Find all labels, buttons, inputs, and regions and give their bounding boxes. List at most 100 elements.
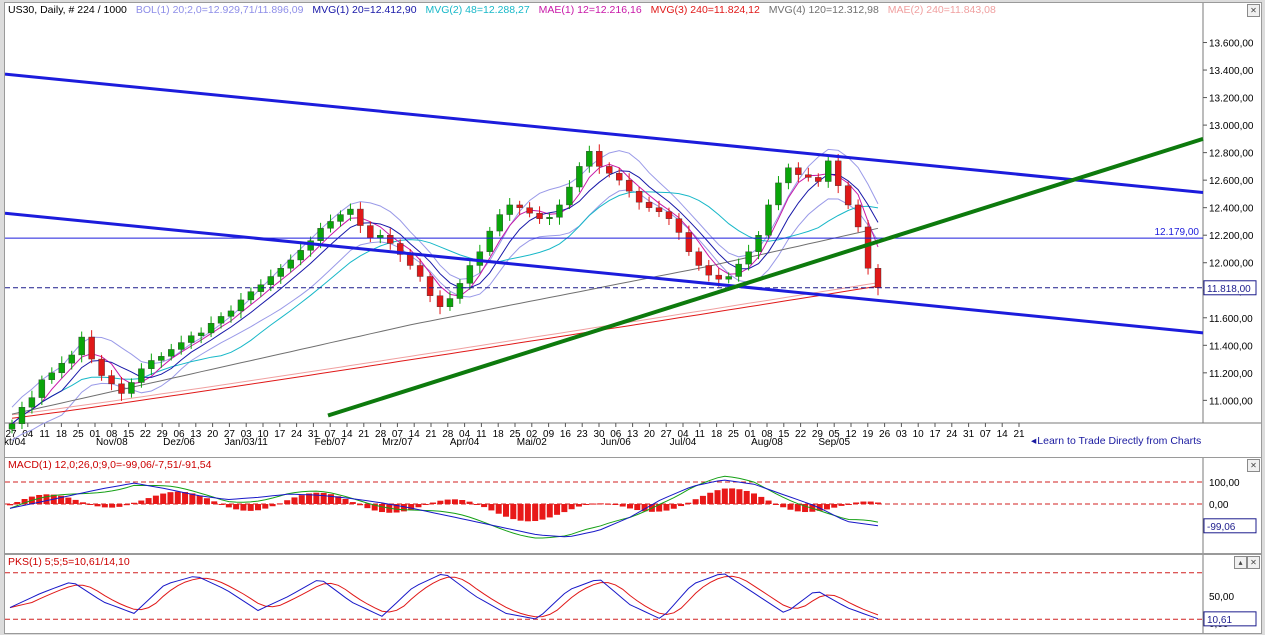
macd-histogram-bar [233,504,240,510]
price-axis-label: 13.600,00 [1209,39,1254,50]
candle-body [168,349,175,357]
rising-green-trendline [327,136,1204,418]
macd-histogram-bar [539,504,546,520]
month-label: Apr/04 [450,437,480,448]
macd-chart[interactable]: 100,00 0,00 -99,06 [5,458,1261,553]
candle-body [795,167,802,175]
macd-histogram-bar [634,504,641,511]
candle-body [715,274,722,280]
candle-body [834,160,842,186]
close-macd-icon[interactable]: ✕ [1247,459,1260,472]
macd-histogram-bar [313,492,320,504]
macd-histogram-bar [546,504,553,518]
macd-histogram-bar [473,504,480,505]
chart-info: , Daily, # 224 / 1000 [34,4,127,16]
candle-body [426,276,434,296]
macd-histogram-bar [87,504,94,505]
candle-body [695,251,703,266]
month-label: Sep/05 [818,437,850,448]
macd-histogram-bar [823,504,830,510]
close-stochastic-icon[interactable]: ✕ [1247,556,1260,569]
day-tick-label: 18 [493,429,505,440]
macd-histogram-bar [875,502,881,504]
price-chart-panel[interactable]: 13.600,00 13.400,00 13.200,00 13.000,00 12.8… [4,2,1262,458]
candle-body [187,335,195,343]
macd-panel[interactable]: 100,00 0,00 -99,06 MACD(1) 12,0;26,0;9,0=-… [4,457,1262,554]
price-axis-label: 12.000,00 [1209,259,1254,270]
macd-histogram-bar [262,504,269,509]
candle-body [685,232,693,252]
candle-body [416,265,424,277]
macd-histogram-bar [714,490,721,504]
stochastic-chart[interactable]: 50,000,0010,61 [5,555,1261,633]
candle-body [277,268,284,277]
macd-histogram-bar [845,504,852,505]
candle-body [576,166,583,188]
macd-histogram-bar [7,504,13,506]
macd-histogram-bar [481,504,488,508]
candle-body [864,226,872,269]
candle-body [58,362,65,374]
candle-body [148,360,155,369]
price-axis-label: 11.000,00 [1209,396,1253,407]
macd-histogram-bar [203,498,210,504]
macd-histogram-bar [495,504,502,514]
day-tick-label: 25 [728,429,740,440]
upper-channel-trendline [5,72,1204,195]
candle-body [446,298,454,307]
lower-channel-trendline [5,211,1204,335]
price-axis-label: 13.400,00 [1209,66,1254,77]
macd-histogram-bar [670,504,677,509]
candle-body [516,204,523,208]
month-label: Nov/08 [96,437,128,448]
candle-body [526,207,533,214]
day-tick-label: 19 [862,429,874,440]
maximize-icon[interactable]: ▴ [1234,556,1247,569]
candle-body [128,382,135,394]
macd-histogram-bar [72,499,79,504]
day-tick-label: 25 [73,429,85,440]
stochastic-panel[interactable]: 50,000,0010,61 PKS(1) 5;5;5=10,61/14,10 … [4,554,1262,634]
day-tick-label: 11 [39,429,50,440]
candle-body [327,221,334,229]
macd-histogram-bar [794,504,801,512]
macd-histogram-bar [758,496,765,504]
month-label: Mrz/07 [382,437,413,448]
price-chart[interactable]: 13.600,00 13.400,00 13.200,00 13.000,00 12.8… [5,3,1261,457]
candle-body [456,283,464,299]
macd-histogram-bar [123,504,130,506]
macd-histogram-bar [327,494,334,504]
macd-histogram-bar [430,502,437,504]
macd-current-label: -99,06 [1207,522,1236,533]
candle-body [197,332,205,336]
macd-histogram-bar [532,504,539,522]
price-axis-label: 11.600,00 [1209,314,1253,325]
macd-histogram-bar [131,502,137,504]
macd-histogram-bar [568,504,575,510]
macd-histogram-bar [109,504,116,508]
price-axis-label: 11.400,00 [1209,341,1253,352]
month-label: Jul/04 [670,437,697,448]
candle-body [377,235,384,239]
close-panel-icon[interactable]: ✕ [1247,4,1260,17]
candle-body [675,218,683,233]
macd-histogram-bar [357,504,364,506]
candle-body [217,316,225,324]
macd-axis-label: 100,00 [1209,478,1240,489]
price-axis-label: 12.400,00 [1209,204,1254,215]
candle-body [118,383,125,394]
horizontal-line-label: 12.179,00 [1155,227,1200,238]
candle-body [387,235,394,244]
indicator-mvg2: MVG(2) 48=12.288,27 [425,4,530,16]
candle-body [606,166,613,174]
macd-histogram-bar [838,504,845,506]
price-axis-label: 12.200,00 [1209,231,1254,242]
day-tick-label: 14 [997,429,1009,440]
candle-body [88,336,95,360]
day-tick-label: 21 [1013,429,1025,440]
learn-to-trade-link[interactable]: Learn to Trade Directly from Charts [1031,435,1201,447]
candle-body [178,342,185,350]
indicator-mae1: MAE(1) 12=12.216,16 [538,4,642,16]
day-tick-label: 24 [946,429,958,440]
macd-histogram-bar [43,494,50,504]
